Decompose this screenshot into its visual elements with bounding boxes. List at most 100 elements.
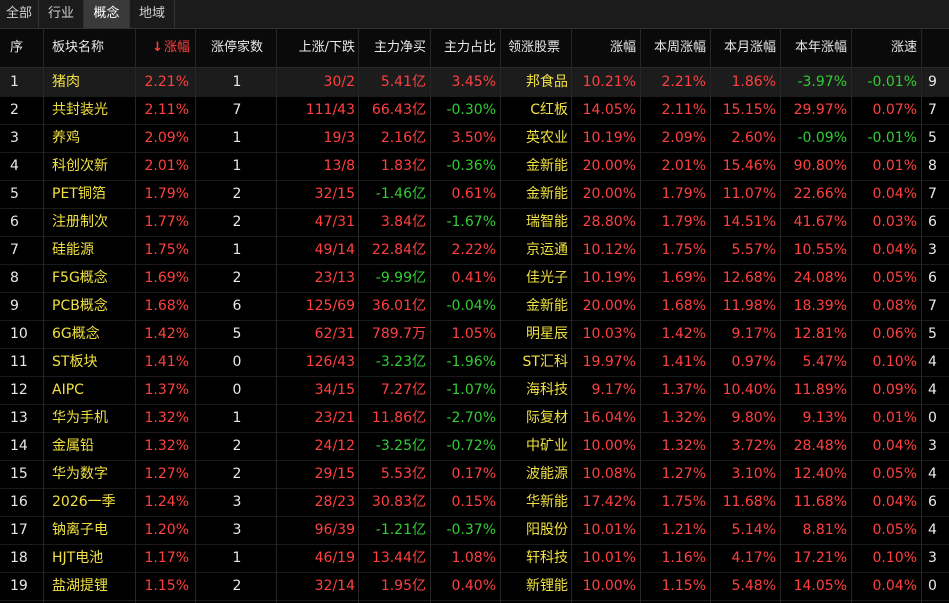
table-row[interactable]: 5 PET铜箔 1.79% 2 32/15 -1.46亿 0.61% 金新能 20.00% 1.7… — [0, 180, 949, 209]
sector-name[interactable]: 硅能源 — [52, 236, 134, 264]
sector-name[interactable]: 金属铅 — [52, 432, 134, 460]
header-year-change[interactable]: 本年涨幅 — [785, 29, 847, 67]
leading-stock[interactable]: 际复材 — [508, 404, 568, 432]
sector-name[interactable]: 2026一季 — [52, 488, 134, 516]
tab-industry[interactable]: 行业 — [39, 0, 84, 28]
main-ratio: 1.05% — [451, 326, 496, 342]
leading-stock[interactable]: 邦食品 — [508, 68, 568, 96]
table-row[interactable]: 3 养鸡 2.09% 1 19/3 2.16亿 3.50% 英农业 10.19% 2.09% 2.6… — [0, 124, 949, 153]
sector-name[interactable]: HJT电池 — [52, 544, 134, 572]
leading-stock[interactable]: 金新能 — [508, 152, 568, 180]
header-stock-change[interactable]: 涨幅 — [578, 29, 636, 67]
stock-change: 10.19% — [582, 130, 636, 146]
tab-region[interactable]: 地域 — [130, 0, 175, 28]
table-row[interactable]: 16 2026一季 1.24% 3 28/23 30.83亿 0.15% 华新能 17.42% 1… — [0, 488, 949, 517]
month-change: 11.98% — [722, 298, 776, 314]
table-row[interactable]: 1 猪肉 2.21% 1 30/2 5.41亿 3.45% 邦食品 10.21% 2.21% 1.8… — [0, 68, 949, 97]
sector-name[interactable]: 养鸡 — [52, 124, 134, 152]
leading-stock[interactable]: 波能源 — [508, 460, 568, 488]
table-row[interactable]: 4 科创次新 2.01% 1 13/8 1.83亿 -0.36% 金新能 20.00% 2.01%… — [0, 152, 949, 181]
leading-stock[interactable]: 轩科技 — [508, 544, 568, 572]
leading-stock[interactable]: 明星辰 — [508, 320, 568, 348]
sector-name[interactable]: 华为手机 — [52, 404, 134, 432]
up-down-count: 62/31 — [314, 326, 355, 342]
leading-stock[interactable]: C红板 — [508, 96, 568, 124]
header-main-ratio[interactable]: 主力占比 — [434, 29, 496, 67]
header-sector-name[interactable]: 板块名称 — [52, 29, 132, 67]
tab-all[interactable]: 全部 — [0, 0, 39, 28]
sector-change: 1.24% — [144, 494, 189, 510]
truncated-column: 0 — [928, 410, 937, 426]
table-row[interactable]: 13 华为手机 1.32% 1 23/21 11.86亿 -2.70% 际复材 16.04% 1.… — [0, 404, 949, 433]
leading-stock[interactable]: 中矿业 — [508, 432, 568, 460]
main-ratio: -0.30% — [446, 102, 496, 118]
table-row[interactable]: 11 ST板块 1.41% 0 126/43 -3.23亿 -1.96% ST汇科 19.97%… — [0, 348, 949, 377]
header-index[interactable]: 序 — [10, 29, 34, 67]
sector-name[interactable]: 钠离子电 — [52, 516, 134, 544]
leading-stock[interactable]: 海科技 — [508, 376, 568, 404]
tab-concept[interactable]: 概念 — [84, 0, 130, 28]
leading-stock[interactable]: 瑞智能 — [508, 208, 568, 236]
sector-change: 2.11% — [144, 102, 189, 118]
sector-name[interactable]: PET铜箔 — [52, 180, 134, 208]
change-speed: 0.01% — [872, 410, 917, 426]
up-down-count: 34/15 — [314, 382, 355, 398]
leading-stock[interactable]: 新锂能 — [508, 572, 568, 600]
leading-stock[interactable]: 阳股份 — [508, 516, 568, 544]
header-change-sorted[interactable]: ↓涨幅 — [150, 29, 190, 67]
stock-change: 10.00% — [582, 578, 636, 594]
sector-name[interactable]: 盐湖提锂 — [52, 572, 134, 600]
table-row[interactable]: 8 F5G概念 1.69% 2 23/13 -9.99亿 0.41% 佳光子 10.19% 1.6… — [0, 264, 949, 293]
header-leading-stock[interactable]: 领涨股票 — [508, 29, 568, 67]
header-speed[interactable]: 涨速 — [857, 29, 917, 67]
column-divider — [780, 29, 781, 603]
month-change: 9.17% — [731, 326, 776, 342]
header-limit-up-count[interactable]: 涨停家数 — [205, 29, 269, 67]
change-speed: 0.04% — [872, 578, 917, 594]
main-net-buy: 789.7万 — [371, 326, 426, 342]
month-change: 15.15% — [722, 102, 776, 118]
sort-desc-icon: ↓ — [152, 40, 163, 55]
leading-stock[interactable]: 英农业 — [508, 124, 568, 152]
header-main-net-buy[interactable]: 主力净买 — [362, 29, 426, 67]
sector-name[interactable]: 科创次新 — [52, 152, 134, 180]
header-up-down[interactable]: 上涨/下跌 — [280, 29, 355, 67]
table-row[interactable]: 14 金属铅 1.32% 2 24/12 -3.25亿 -0.72% 中矿业 10.00% 1.3… — [0, 432, 949, 461]
leading-stock[interactable]: 金新能 — [508, 180, 568, 208]
table-row[interactable]: 18 HJT电池 1.17% 1 46/19 13.44亿 1.08% 轩科技 10.01% 1.… — [0, 544, 949, 573]
sector-name[interactable]: 华为数字 — [52, 460, 134, 488]
sector-change: 1.20% — [144, 522, 189, 538]
main-net-buy: -9.99亿 — [375, 270, 426, 286]
table-row[interactable]: 6 注册制次 1.77% 2 47/31 3.84亿 -1.67% 瑞智能 28.80% 1.79… — [0, 208, 949, 237]
table-row[interactable]: 19 盐湖提锂 1.15% 2 32/14 1.95亿 0.40% 新锂能 10.00% 1.15… — [0, 572, 949, 601]
sector-name[interactable]: ST板块 — [52, 348, 134, 376]
sector-name[interactable]: 6G概念 — [52, 320, 134, 348]
row-index: 5 — [10, 186, 19, 202]
sector-name[interactable]: AIPC — [52, 376, 134, 404]
leading-stock[interactable]: 华新能 — [508, 488, 568, 516]
leading-stock[interactable]: 金新能 — [508, 292, 568, 320]
sector-name[interactable]: PCB概念 — [52, 292, 134, 320]
table-row[interactable]: 17 钠离子电 1.20% 3 96/39 -1.21亿 -0.37% 阳股份 10.01% 1.… — [0, 516, 949, 545]
header-month-change[interactable]: 本月涨幅 — [715, 29, 776, 67]
header-week-change[interactable]: 本周涨幅 — [645, 29, 706, 67]
year-change: 29.97% — [793, 102, 847, 118]
year-change: 11.68% — [793, 494, 847, 510]
row-index: 8 — [10, 270, 19, 286]
leading-stock[interactable]: ST汇科 — [508, 348, 568, 376]
main-ratio: -1.07% — [446, 382, 496, 398]
limit-up-count: 1 — [232, 242, 242, 258]
table-row[interactable]: 7 硅能源 1.75% 1 49/14 22.84亿 2.22% 京运通 10.12% 1.75%… — [0, 236, 949, 265]
sector-name[interactable]: 猪肉 — [52, 68, 134, 96]
table-row[interactable]: 15 华为数字 1.27% 2 29/15 5.53亿 0.17% 波能源 10.08% 1.27… — [0, 460, 949, 489]
table-row[interactable]: 10 6G概念 1.42% 5 62/31 789.7万 1.05% 明星辰 10.03% 1.4… — [0, 320, 949, 349]
category-tab-bar: 全部 行业 概念 地域 — [0, 0, 949, 29]
leading-stock[interactable]: 佳光子 — [508, 264, 568, 292]
sector-name[interactable]: F5G概念 — [52, 264, 134, 292]
sector-name[interactable]: 注册制次 — [52, 208, 134, 236]
sector-name[interactable]: 共封装光 — [52, 96, 134, 124]
leading-stock[interactable]: 京运通 — [508, 236, 568, 264]
table-row[interactable]: 9 PCB概念 1.68% 6 125/69 36.01亿 -0.04% 金新能 20.00% 1… — [0, 292, 949, 321]
table-row[interactable]: 12 AIPC 1.37% 0 34/15 7.27亿 -1.07% 海科技 9.17% 1.37… — [0, 376, 949, 405]
table-row[interactable]: 2 共封装光 2.11% 7 111/43 66.43亿 -0.30% C红板 14.05% 2.… — [0, 96, 949, 125]
